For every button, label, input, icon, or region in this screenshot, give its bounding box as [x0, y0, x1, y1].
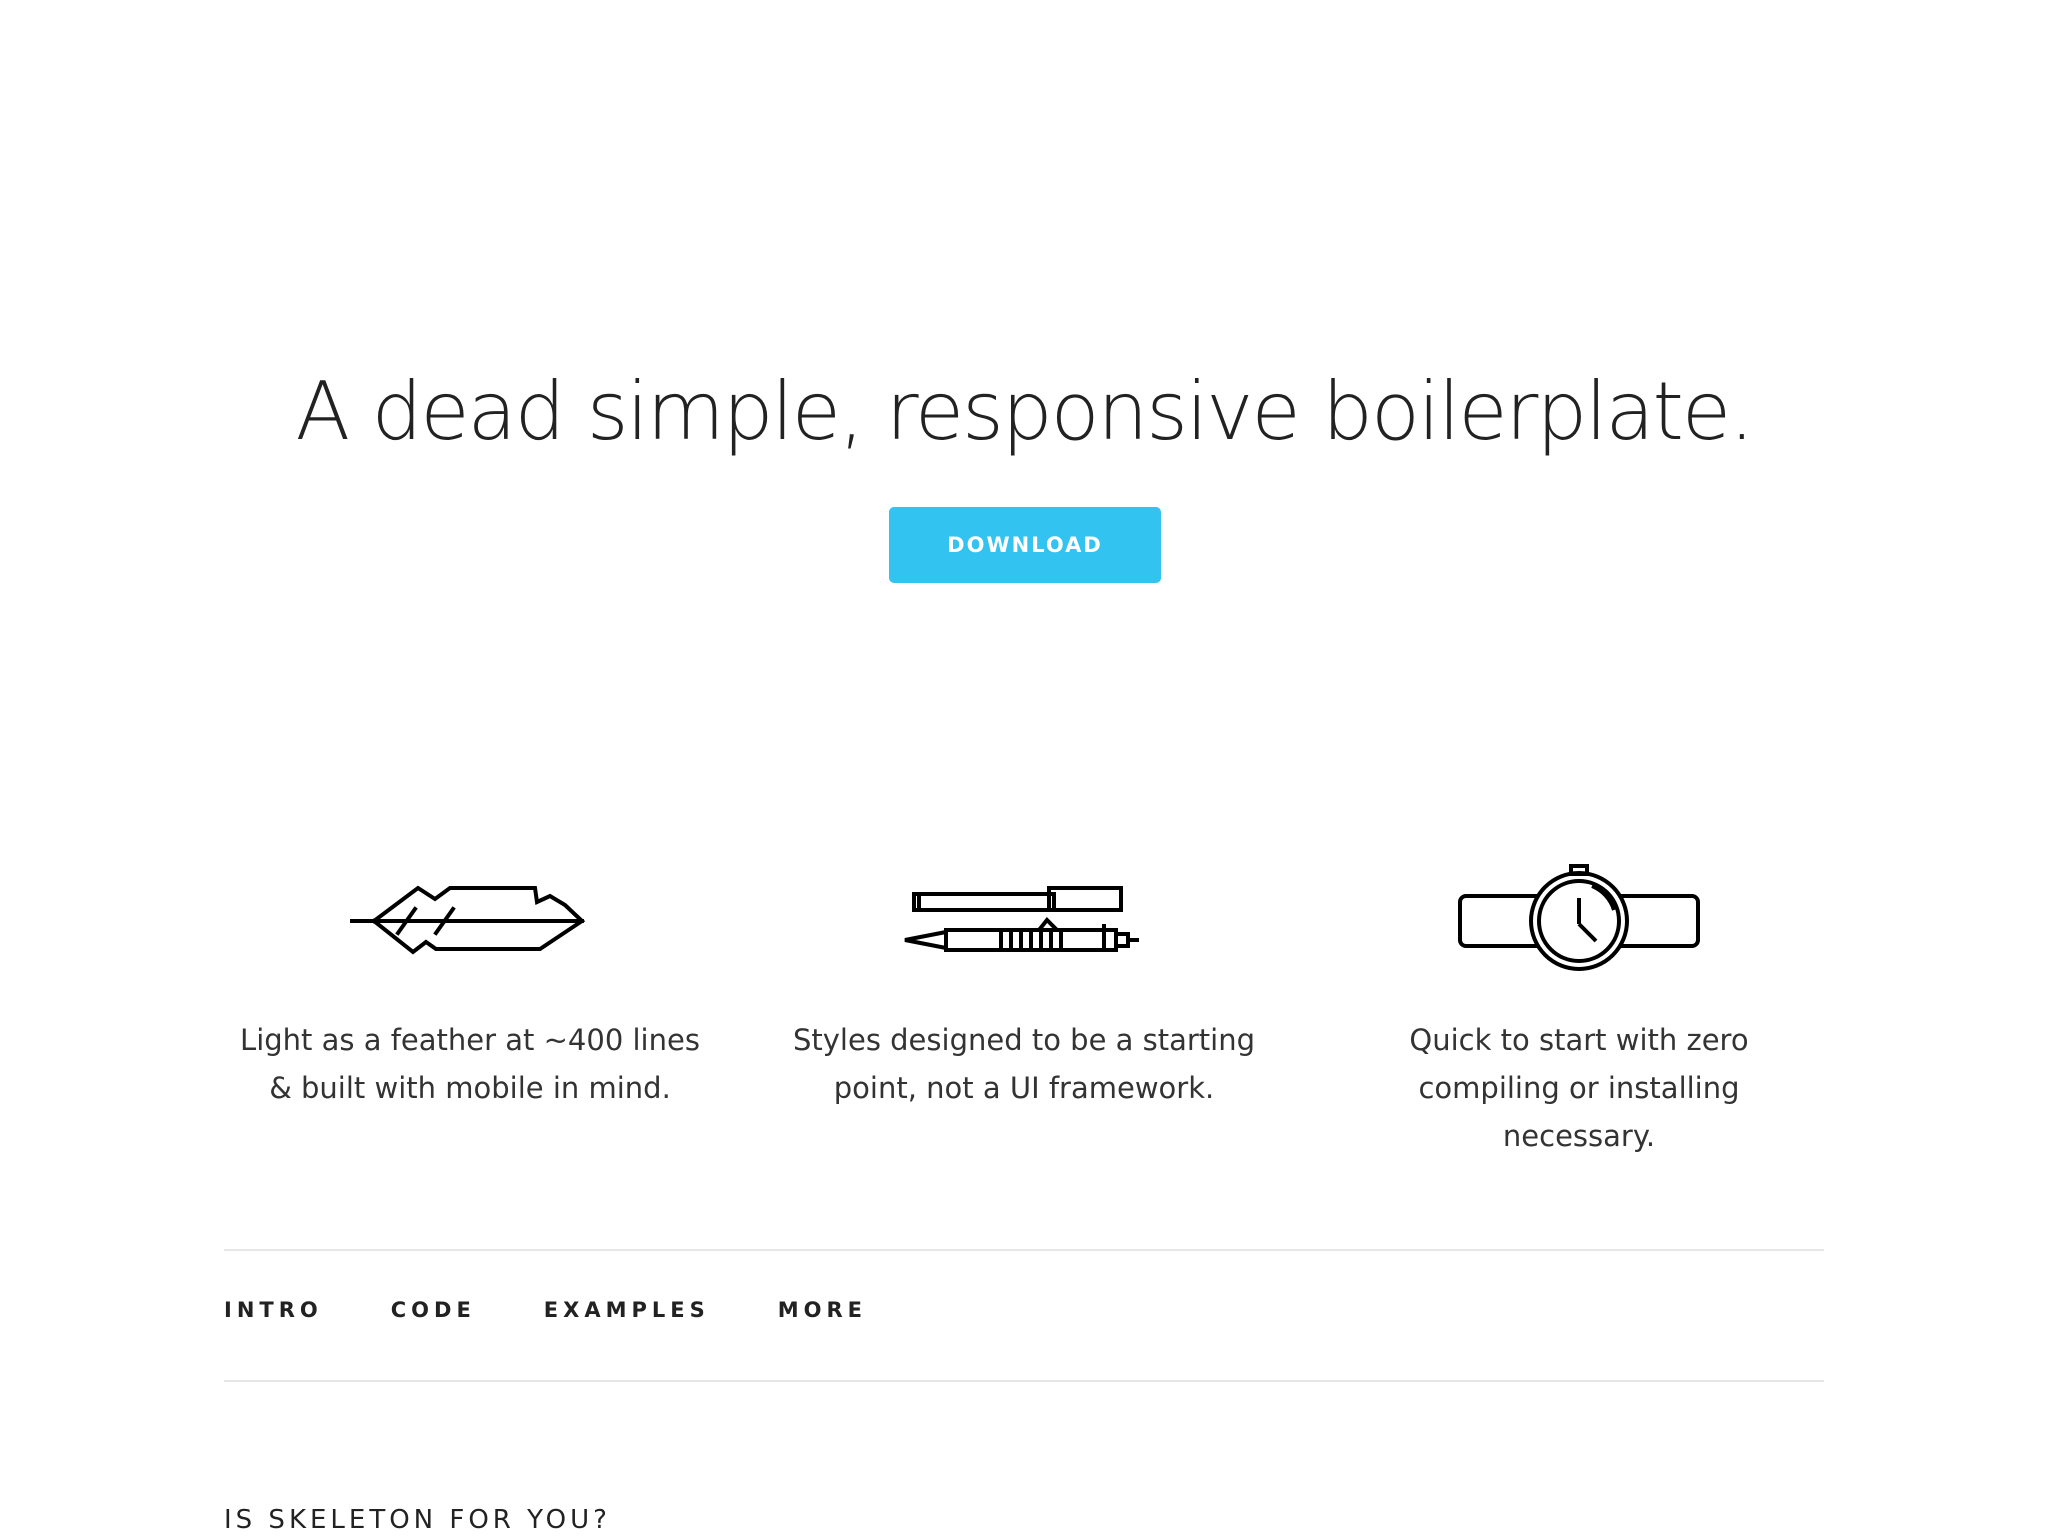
- feature-light: Light as a feather at ~400 lines & built…: [210, 860, 730, 1112]
- feature-light-text: Light as a feather at ~400 lines & built…: [240, 1023, 700, 1105]
- nav-item-more[interactable]: MORE: [778, 1298, 867, 1322]
- feature-quick: Quick to start with zero compiling or in…: [1319, 860, 1839, 1160]
- section-nav: INTRO CODE EXAMPLES MORE: [224, 1298, 935, 1322]
- nav-divider-bottom: [224, 1380, 1824, 1382]
- feature-styles: Styles designed to be a starting point, …: [764, 860, 1284, 1112]
- nav-item-examples[interactable]: EXAMPLES: [544, 1298, 710, 1322]
- pens-icon: [904, 886, 1139, 952]
- feature-styles-text: Styles designed to be a starting point, …: [792, 1023, 1256, 1105]
- nav-item-code[interactable]: CODE: [391, 1298, 476, 1322]
- nav-item-intro[interactable]: INTRO: [224, 1298, 323, 1322]
- section-heading: IS SKELETON FOR YOU?: [224, 1505, 611, 1535]
- download-button[interactable]: DOWNLOAD: [889, 507, 1161, 583]
- nav-divider-top: [224, 1249, 1824, 1251]
- feather-icon: [350, 885, 586, 955]
- hero-title: A dead simple, responsive boilerplate.: [295, 365, 1754, 458]
- feature-quick-text: Quick to start with zero compiling or in…: [1409, 1023, 1749, 1153]
- watch-icon: [1458, 864, 1700, 971]
